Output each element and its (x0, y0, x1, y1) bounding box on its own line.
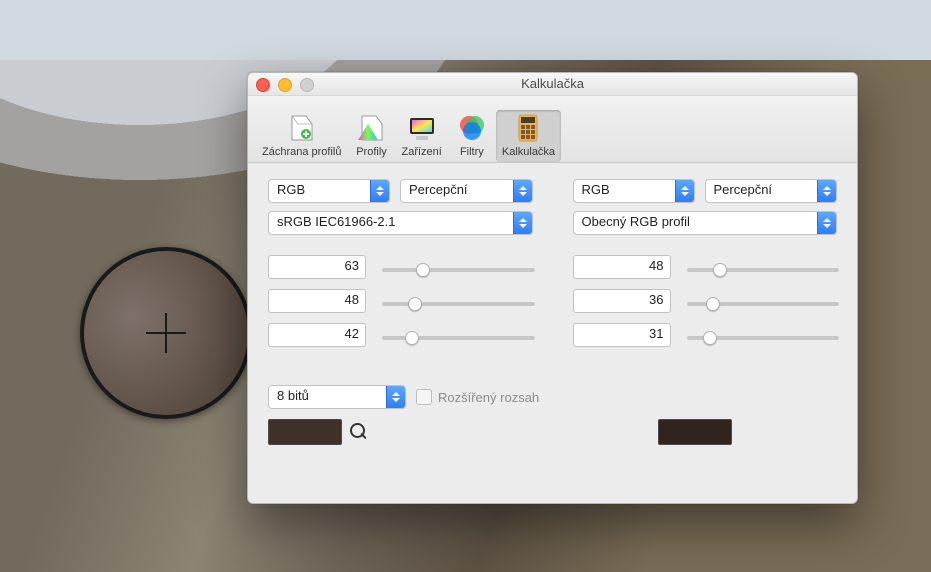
popup-value: Percepční (409, 182, 468, 197)
popup-value: 8 bitů (277, 388, 309, 403)
window-controls (256, 78, 314, 92)
target-channel-2-value[interactable]: 36 (573, 289, 671, 313)
source-channel-3-slider[interactable] (382, 336, 535, 340)
magnifier-icon[interactable] (350, 423, 368, 441)
chevron-up-down-icon (513, 212, 532, 234)
popup-value: Obecný RGB profil (582, 214, 690, 229)
chevron-up-down-icon (513, 180, 532, 202)
toolbar-item-profiles[interactable]: Profily (350, 110, 394, 162)
toolbar-label: Záchrana profilů (262, 146, 342, 158)
source-swatch (268, 419, 342, 445)
chevron-up-down-icon (675, 180, 694, 202)
source-profile-popup[interactable]: sRGB IEC61966-2.1 (268, 211, 533, 235)
loupe-crosshair (165, 313, 167, 353)
toolbar-item-filters[interactable]: Filtry (450, 110, 494, 162)
checkbox-icon (416, 389, 432, 405)
profile-first-aid-icon (286, 112, 318, 144)
popup-value: sRGB IEC61966-2.1 (277, 214, 396, 229)
popup-value: RGB (582, 182, 610, 197)
source-channel-1-value[interactable]: 63 (268, 255, 366, 279)
target-swatch (658, 419, 732, 445)
source-channel-2-slider[interactable] (382, 302, 535, 306)
toolbar-item-profile-first-aid[interactable]: Záchrana profilů (256, 110, 348, 162)
toolbar: Záchrana profilů Profily Zařízení (248, 96, 857, 163)
source-channel-1-slider[interactable] (382, 268, 535, 272)
toolbar-label: Kalkulačka (502, 146, 555, 158)
titlebar: Kalkulačka (248, 73, 857, 96)
toolbar-label: Profily (356, 146, 387, 158)
extended-range-checkbox[interactable]: Rozšířený rozsah (416, 389, 539, 405)
target-color-space-popup[interactable]: RGB (573, 179, 695, 203)
popup-value: RGB (277, 182, 305, 197)
chevron-up-down-icon (817, 212, 836, 234)
toolbar-item-calculator[interactable]: Kalkulačka (496, 110, 561, 162)
checkbox-label: Rozšířený rozsah (438, 390, 539, 405)
chevron-up-down-icon (370, 180, 389, 202)
toolbar-label: Filtry (460, 146, 484, 158)
source-pane: RGB Percepční sRGB IEC61966-2.1 63 (268, 179, 533, 357)
bit-depth-popup[interactable]: 8 bitů (268, 385, 406, 409)
target-profile-popup[interactable]: Obecný RGB profil (573, 211, 838, 235)
target-intent-popup[interactable]: Percepční (705, 179, 838, 203)
close-button[interactable] (256, 78, 270, 92)
devices-icon (406, 112, 438, 144)
colorsync-calculator-window: Kalkulačka Záchrana profilů Profily (247, 72, 858, 504)
target-channel-3-value[interactable]: 31 (573, 323, 671, 347)
zoom-button (300, 78, 314, 92)
source-intent-popup[interactable]: Percepční (400, 179, 533, 203)
toolbar-item-devices[interactable]: Zařízení (396, 110, 448, 162)
target-channel-1-value[interactable]: 48 (573, 255, 671, 279)
profiles-icon (356, 112, 388, 144)
toolbar-label: Zařízení (402, 146, 442, 158)
content: RGB Percepční sRGB IEC61966-2.1 63 (248, 163, 857, 367)
popup-value: Percepční (714, 182, 773, 197)
bottom-bar: 8 bitů Rozšířený rozsah (248, 385, 857, 445)
minimize-button[interactable] (278, 78, 292, 92)
source-channel-3-value[interactable]: 42 (268, 323, 366, 347)
source-color-space-popup[interactable]: RGB (268, 179, 390, 203)
chevron-up-down-icon (386, 386, 405, 408)
calculator-icon (512, 112, 544, 144)
chevron-up-down-icon (817, 180, 836, 202)
target-channel-3-slider[interactable] (687, 336, 840, 340)
window-title: Kalkulačka (521, 76, 584, 91)
color-loupe[interactable] (80, 247, 252, 419)
target-pane: RGB Percepční Obecný RGB profil 48 (573, 179, 838, 357)
target-channel-1-slider[interactable] (687, 268, 840, 272)
filters-icon (456, 112, 488, 144)
target-channel-2-slider[interactable] (687, 302, 840, 306)
source-channel-2-value[interactable]: 48 (268, 289, 366, 313)
